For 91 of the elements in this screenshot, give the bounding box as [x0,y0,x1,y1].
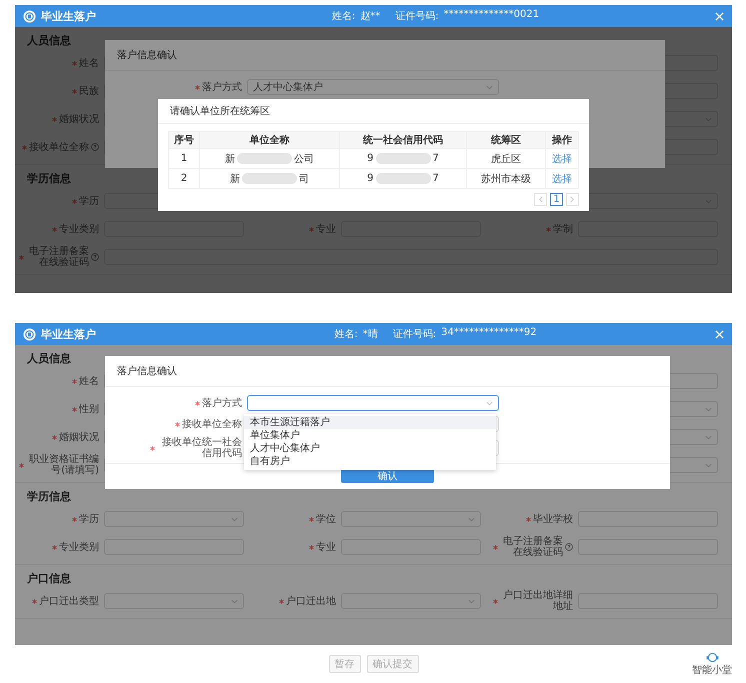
field-label: 电子注册备案在线验证码 [28,246,89,268]
caret-icon [231,516,238,522]
section-title: 学历信息 [27,171,71,184]
redacted-block [242,173,298,184]
app-title: 毕业生落户 [41,326,96,342]
field-label: 专业类别 [59,542,99,552]
unit-name-start: 新 [230,172,240,186]
caret-icon [705,434,712,440]
field-label: 民族 [79,86,99,96]
id-value: 34**************92 [441,327,537,340]
app-title: 毕业生落户 [41,8,96,24]
field-label: 毕业学校 [533,514,573,524]
field-label: 学制 [553,224,573,234]
field-label: 专业 [316,224,336,234]
section-title: 人员信息 [27,33,71,46]
field-label: 性别 [79,404,99,414]
field-label: 接收单位全称 [29,142,89,152]
dropdown-option[interactable]: 自有房户 [244,455,496,468]
table-cell: 2 [168,168,200,188]
dropdown-option[interactable]: 本市生源迁籍落户 [244,416,496,429]
dialog-title: 请确认单位所在统筹区 [158,99,589,124]
code-start: 9 [367,153,374,164]
field-label: 接收单位全称 [182,418,242,430]
previous-page-button[interactable] [534,193,547,206]
logo-icon [23,10,36,22]
section-title: 学历信息 [27,489,71,502]
dialog-title: 落户信息确认 [105,356,670,387]
id-label: 证件号码: [392,328,436,341]
unit-name-end: 司 [299,172,310,186]
caret-icon [468,516,475,522]
caret-icon [486,84,493,90]
column-header: 统一社会信用代码 [340,132,466,148]
close-icon[interactable] [715,330,724,338]
close-icon[interactable] [715,12,724,20]
assistant-icon[interactable] [706,652,718,662]
redacted-block [376,153,431,164]
field-label: 婚姻状况 [59,432,99,442]
name-label: 姓名: [332,10,356,23]
page-button[interactable]: 1 [550,193,563,206]
caret-icon [705,406,712,412]
unit-name-start: 新 [225,152,236,166]
select-field[interactable]: 人才中心集体户 [247,79,499,95]
column-header: 单位全称 [200,132,340,148]
field-label: 接收单位统一社会信用代码 [161,437,242,459]
caret-icon [705,462,712,468]
field-label: 学历 [79,196,99,206]
redacted-block [237,153,292,164]
field-label: 专业类别 [59,224,99,234]
dialog-title: 落户信息确认 [105,40,665,71]
table-cell: 苏州市本级 [466,168,546,188]
column-header: 序号 [168,132,200,148]
next-page-button[interactable] [566,193,579,206]
unit-name-end: 公司 [294,152,314,166]
redacted-block [376,173,431,184]
section-title: 户口信息 [27,571,71,584]
field-label: 学历 [79,514,99,524]
field-label: 姓名 [79,58,99,68]
field-label: 落户方式 [202,398,242,408]
table-cell: 虎丘区 [466,148,546,168]
code-start: 9 [367,173,374,184]
field-label: 户口迁出地详细地址 [502,590,573,612]
caret-icon [231,598,238,604]
column-header: 统筹区 [466,132,546,148]
section-title: 人员信息 [27,351,71,364]
select-field[interactable] [247,395,499,411]
dropdown-option[interactable]: 单位集体户 [244,429,496,442]
name-label: 姓名: [334,328,358,341]
name-value: *晴 [362,328,378,341]
chevron-left-icon [538,196,543,203]
field-label: 户口迁出地 [286,596,336,606]
chevron-right-icon [570,196,575,203]
code-end: 7 [432,173,439,184]
table-cell: 1 [168,148,200,168]
field-label: 姓名 [79,376,99,386]
field-label: 婚姻状况 [59,114,99,124]
dropdown-option[interactable]: 人才中心集体户 [244,442,496,455]
field-label: 学位 [316,514,336,524]
field-label: 落户方式 [202,82,242,92]
id-label: 证件号码: [395,10,439,23]
field-label: 电子注册备案在线验证码 [502,536,563,558]
logo-icon [23,328,36,340]
column-header: 操作 [546,132,578,148]
field-label: 职业资格证书编号(请填写) [28,454,99,476]
name-value: 赵** [360,10,380,23]
assistant-label: 智能小堂 [692,664,732,676]
code-end: 7 [432,153,439,164]
id-value: **************0021 [444,9,540,22]
caret-icon [468,598,475,604]
field-label: 专业 [316,542,336,552]
field-label: 户口迁出类型 [39,596,99,606]
caret-icon [486,400,493,406]
